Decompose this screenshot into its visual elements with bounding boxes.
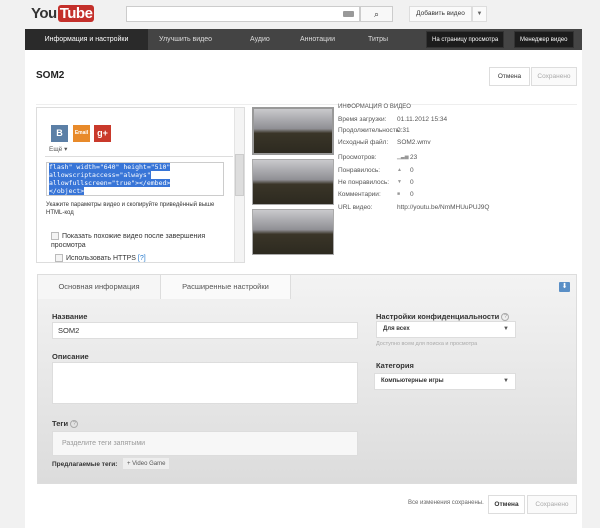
video-manager-button[interactable]: Менеджер видео bbox=[514, 31, 574, 48]
keyboard-icon[interactable] bbox=[343, 11, 354, 17]
tab-captions[interactable]: Титры bbox=[368, 29, 388, 50]
save-status: Все изменения сохранены. bbox=[408, 500, 484, 506]
search-input[interactable] bbox=[126, 6, 360, 22]
share-panel: B Email g+ Ещё ▾ flash" width="640" heig… bbox=[36, 107, 245, 263]
info-label: URL видео: bbox=[338, 204, 373, 211]
https-option[interactable]: Использовать HTTPS [?] bbox=[55, 254, 146, 262]
comment-icon: ■ bbox=[397, 191, 401, 197]
tab-basic-info[interactable]: Основная информация bbox=[38, 275, 161, 299]
code-line: </object> bbox=[49, 187, 85, 195]
https-checkbox[interactable] bbox=[55, 254, 63, 262]
more-share-dropdown[interactable]: Ещё ▾ bbox=[49, 145, 67, 153]
page-title: SOM2 bbox=[36, 70, 65, 81]
info-value: SOM2.wmv bbox=[397, 139, 431, 146]
title-input[interactable]: SOM2 bbox=[52, 322, 358, 339]
info-label: Понравилось: bbox=[338, 167, 381, 174]
email-share-icon[interactable]: Email bbox=[73, 125, 90, 142]
video-info-heading: ИНФОРМАЦИЯ О ВИДЕО bbox=[338, 104, 411, 110]
tags-label-text: Теги bbox=[52, 419, 69, 428]
info-value: 0 bbox=[410, 179, 414, 186]
help-icon[interactable]: ? bbox=[501, 313, 510, 322]
view-page-button[interactable]: На страницу просмотра bbox=[426, 31, 505, 48]
embed-code-textarea[interactable]: flash" width="640" height="510" allowscr… bbox=[46, 162, 224, 196]
tab-info-settings[interactable]: Информация и настройки bbox=[25, 29, 148, 50]
info-label: Просмотров: bbox=[338, 154, 377, 161]
form-panel: Основная информация Расширенные настройк… bbox=[37, 274, 577, 484]
logo-text: You bbox=[31, 5, 57, 22]
embed-hint: Укажите параметры видео и скопируйте при… bbox=[46, 202, 215, 216]
suggested-tags-label: Предлагаемые теги: bbox=[52, 461, 118, 468]
category-select[interactable]: Компьютерные игры ▼ bbox=[374, 373, 516, 390]
description-label: Описание bbox=[52, 352, 89, 361]
info-value: 0:31 bbox=[397, 127, 410, 134]
scrollbar-thumb[interactable] bbox=[235, 154, 244, 196]
suggested-tag-button[interactable]: + Video Game bbox=[123, 458, 170, 470]
tab-enhance[interactable]: Улучшить видео bbox=[159, 29, 212, 50]
help-link[interactable]: [?] bbox=[138, 255, 146, 262]
video-url-link[interactable]: http://youtu.be/NmMHUuPUJ9Q bbox=[397, 204, 489, 211]
thumbnail-3[interactable] bbox=[252, 209, 334, 255]
info-label: Исходный файл: bbox=[338, 139, 389, 146]
footer-cancel-button[interactable]: Отмена bbox=[488, 495, 525, 514]
info-label: Время загрузки: bbox=[338, 116, 387, 123]
logo-tube: Tube bbox=[57, 5, 95, 22]
download-icon[interactable]: ⬇ bbox=[559, 282, 570, 292]
category-value: Компьютерные игры bbox=[381, 378, 444, 384]
chevron-down-icon: ▼ bbox=[476, 11, 483, 17]
info-label: Не понравилось: bbox=[338, 179, 390, 186]
code-line: allowscriptaccess="always" bbox=[49, 171, 151, 179]
privacy-label-text: Настройки конфиденциальности bbox=[376, 312, 500, 321]
divider bbox=[36, 104, 577, 105]
vk-share-icon[interactable]: B bbox=[51, 125, 68, 142]
upload-dropdown[interactable]: ▼ bbox=[472, 6, 487, 22]
search-icon: ⌕ bbox=[373, 9, 380, 19]
upload-button[interactable]: Добавить видео bbox=[409, 6, 472, 22]
info-label: Продолжительность: bbox=[338, 127, 401, 134]
option-label: Показать похожие видео после завершения … bbox=[51, 233, 206, 249]
info-value: 23 bbox=[410, 154, 418, 161]
tags-input[interactable]: Разделите теги запятыми bbox=[52, 431, 358, 456]
thumbnail-1[interactable] bbox=[252, 107, 334, 155]
youtube-logo[interactable]: You Tube bbox=[31, 5, 95, 22]
tab-audio[interactable]: Аудио bbox=[250, 29, 270, 50]
chart-icon: ▁▃▅ bbox=[397, 154, 409, 160]
saved-button[interactable]: Сохранено bbox=[531, 67, 577, 86]
option-label: Использовать HTTPS bbox=[66, 254, 136, 262]
share-scrollbar[interactable] bbox=[234, 108, 244, 262]
info-value: 0 bbox=[410, 167, 414, 174]
info-label: Комментарии: bbox=[338, 191, 381, 198]
privacy-label: Настройки конфиденциальности ? bbox=[376, 312, 510, 322]
title-label: Название bbox=[52, 312, 88, 321]
info-value: 01.11.2012 15:34 bbox=[397, 116, 448, 123]
description-textarea[interactable] bbox=[52, 362, 358, 404]
tags-label: Теги ? bbox=[52, 419, 79, 429]
privacy-value: Для всех bbox=[383, 326, 410, 332]
chevron-down-icon: ▼ bbox=[503, 378, 509, 384]
divider bbox=[45, 156, 233, 157]
privacy-hint: Доступно всем для поиска и просмотра bbox=[376, 341, 478, 347]
thumbnail-2[interactable] bbox=[252, 159, 334, 205]
like-icon: ▲ bbox=[397, 167, 402, 173]
privacy-select[interactable]: Для всех ▼ bbox=[376, 321, 516, 338]
cancel-button[interactable]: Отмена bbox=[489, 67, 530, 86]
tab-annotations[interactable]: Аннотации bbox=[300, 29, 335, 50]
search-button[interactable]: ⌕ bbox=[360, 6, 393, 22]
tab-advanced-settings[interactable]: Расширенные настройки bbox=[161, 275, 291, 299]
help-icon[interactable]: ? bbox=[70, 420, 79, 429]
code-line: allowfullscreen="true"></embed> bbox=[49, 179, 171, 187]
info-value: 0 bbox=[410, 191, 414, 198]
category-label: Категория bbox=[376, 361, 414, 370]
related-videos-option[interactable]: Показать похожие видео после завершения … bbox=[51, 232, 226, 250]
google-plus-share-icon[interactable]: g+ bbox=[94, 125, 111, 142]
dislike-icon: ▼ bbox=[397, 179, 402, 185]
related-videos-checkbox[interactable] bbox=[51, 232, 59, 241]
editor-nav: Информация и настройки Улучшить видео Ау… bbox=[25, 29, 582, 50]
footer-saved-button[interactable]: Сохранено bbox=[527, 495, 577, 514]
chevron-down-icon: ▼ bbox=[503, 326, 509, 332]
code-line: flash" width="640" height="510" bbox=[49, 163, 171, 171]
